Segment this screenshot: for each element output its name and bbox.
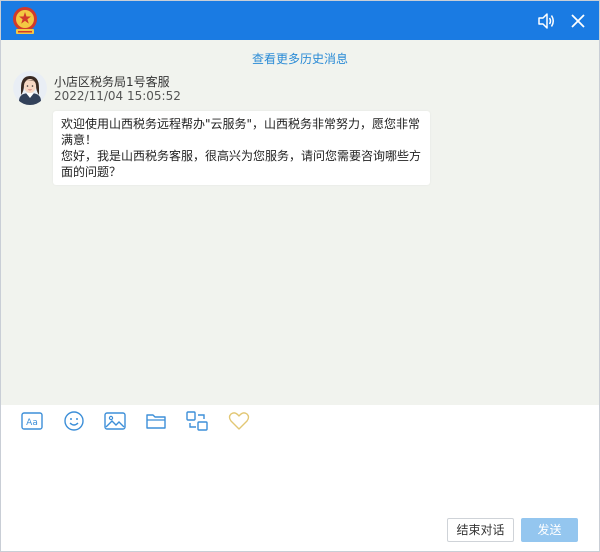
chat-message-area: 查看更多历史消息 小店区税务局1号客服 2022/11/04 15:05:52 … xyxy=(1,40,599,405)
input-toolbar: Aa xyxy=(1,405,599,439)
message-text: 欢迎使用山西税务远程帮办"云服务"，山西税务非常努力，愿您非常满意！ 您好，我是… xyxy=(61,117,422,179)
view-more-history-link[interactable]: 查看更多历史消息 xyxy=(1,50,599,67)
emoji-icon[interactable] xyxy=(62,409,86,433)
svg-text:Aa: Aa xyxy=(26,418,38,428)
chat-window: 查看更多历史消息 小店区税务局1号客服 2022/11/04 15:05:52 … xyxy=(0,0,600,552)
speaker-icon[interactable] xyxy=(535,10,557,32)
message-input[interactable] xyxy=(9,441,591,511)
font-aa-icon[interactable]: Aa xyxy=(20,409,44,433)
image-icon[interactable] xyxy=(103,409,127,433)
message-timestamp: 2022/11/04 15:05:52 xyxy=(54,89,181,103)
heart-icon[interactable] xyxy=(227,409,251,433)
close-icon[interactable] xyxy=(567,10,589,32)
tax-bureau-emblem-icon xyxy=(13,7,37,34)
folder-icon[interactable] xyxy=(144,409,168,433)
screen-share-icon[interactable] xyxy=(185,409,209,433)
send-button[interactable]: 发送 xyxy=(521,518,578,542)
message-bubble: 欢迎使用山西税务远程帮办"云服务"，山西税务非常努力，愿您非常满意！ 您好，我是… xyxy=(53,111,430,185)
end-conversation-button[interactable]: 结束对话 xyxy=(447,518,514,542)
agent-avatar xyxy=(13,71,47,105)
sender-name: 小店区税务局1号客服 xyxy=(54,75,170,89)
title-bar xyxy=(1,1,599,40)
